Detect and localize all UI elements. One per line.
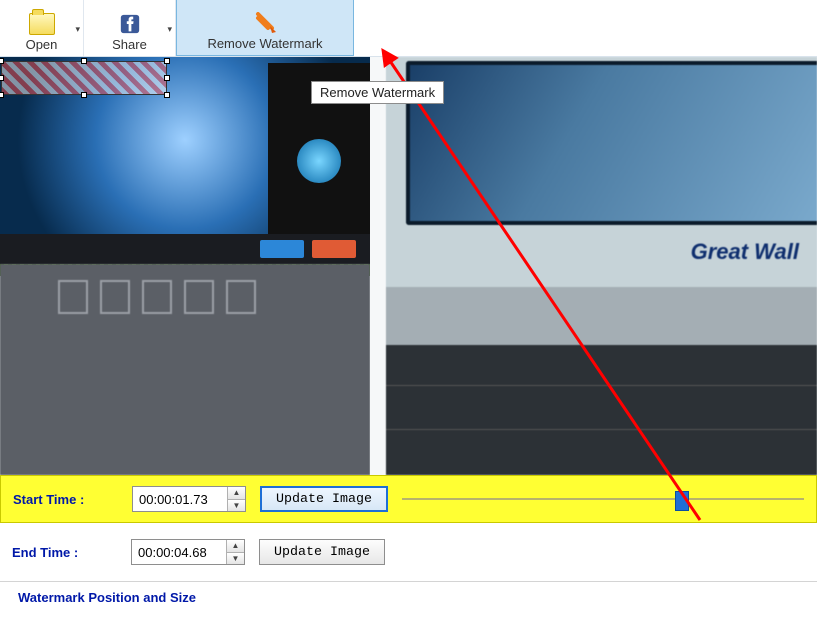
facebook-icon: [117, 13, 143, 35]
folder-icon: [29, 13, 55, 35]
resize-handle-tr[interactable]: [164, 58, 170, 64]
time-slider-thumb[interactable]: [675, 491, 689, 511]
preview-tile-bottom-left: [0, 264, 370, 475]
open-label: Open: [26, 37, 58, 52]
start-time-row: Start Time : ▲ ▼ Update Image: [0, 475, 817, 523]
toolbar: Open ▾ Share ▾ Remove Watermark: [0, 0, 817, 57]
end-time-spinner: ▲ ▼: [131, 539, 245, 565]
video-preview[interactable]: Great Wall Remove Watermark: [0, 57, 817, 475]
resize-handle-tl[interactable]: [0, 58, 4, 64]
player-logo-icon: [297, 139, 341, 183]
tooltip-remove-watermark: Remove Watermark: [311, 81, 444, 104]
remove-watermark-label: Remove Watermark: [207, 36, 322, 51]
remove-watermark-button[interactable]: Remove Watermark: [176, 0, 354, 56]
start-update-image-button[interactable]: Update Image: [260, 486, 388, 512]
end-time-input[interactable]: [132, 540, 226, 564]
start-time-down[interactable]: ▼: [228, 500, 245, 512]
start-time-up[interactable]: ▲: [228, 487, 245, 500]
end-time-label: End Time :: [12, 545, 117, 560]
open-button[interactable]: Open ▾: [0, 0, 84, 56]
resize-handle-mr[interactable]: [164, 75, 170, 81]
resize-handle-br[interactable]: [164, 92, 170, 98]
section-watermark-position-size: Watermark Position and Size: [0, 581, 817, 613]
time-slider[interactable]: [402, 489, 804, 509]
resize-handle-bm[interactable]: [81, 92, 87, 98]
end-time-up[interactable]: ▲: [227, 540, 244, 553]
end-update-image-button[interactable]: Update Image: [259, 539, 385, 565]
resize-handle-tm[interactable]: [81, 58, 87, 64]
share-button[interactable]: Share ▾: [84, 0, 176, 56]
remove-watermark-icon: [252, 12, 278, 34]
open-dropdown-caret[interactable]: ▾: [73, 20, 82, 39]
start-time-label: Start Time :: [13, 492, 118, 507]
resize-handle-bl[interactable]: [0, 92, 4, 98]
watermark-selection-box[interactable]: [1, 61, 167, 95]
preview-tile-right: Great Wall: [386, 57, 817, 475]
share-dropdown-caret[interactable]: ▾: [165, 20, 174, 39]
share-label: Share: [112, 37, 147, 52]
start-time-input[interactable]: [133, 487, 227, 511]
monitor-brand-text: Great Wall: [691, 239, 799, 265]
resize-handle-ml[interactable]: [0, 75, 4, 81]
end-time-down[interactable]: ▼: [227, 553, 244, 565]
start-time-spinner: ▲ ▼: [132, 486, 246, 512]
end-time-row: End Time : ▲ ▼ Update Image: [0, 529, 817, 575]
